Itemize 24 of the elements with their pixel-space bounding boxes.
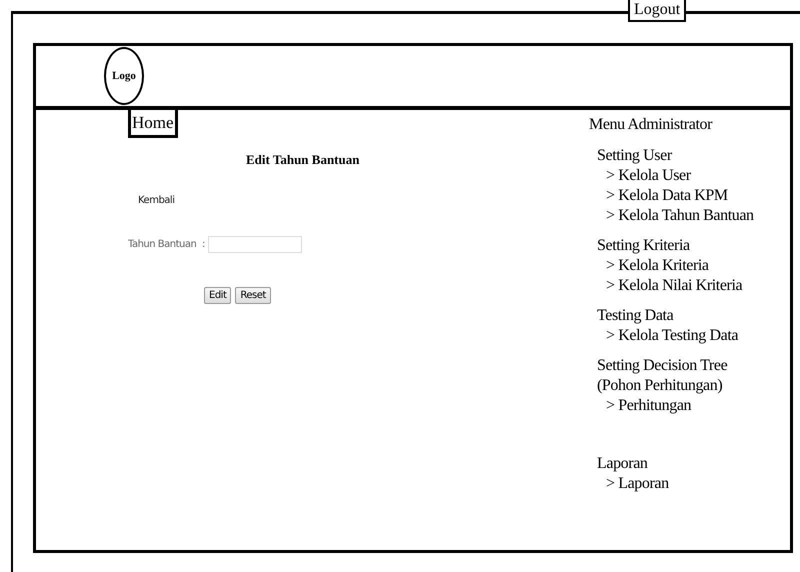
menu-item[interactable]: > Kelola Testing Data [597, 326, 738, 346]
menu-group-title: Setting Kriteria [597, 236, 690, 256]
menu-item[interactable]: > Kelola Nilai Kriteria [597, 276, 742, 296]
menu-item[interactable]: > Perhitungan [597, 396, 692, 416]
field-label: Tahun Bantuan [128, 239, 198, 250]
home-button[interactable]: Home [128, 110, 178, 138]
back-link[interactable]: Kembali [138, 195, 174, 206]
menu-item[interactable]: > Laporan [597, 474, 669, 494]
form-button[interactable]: Edit [204, 287, 232, 304]
menu-group-title: Laporan [597, 454, 648, 474]
menu-item[interactable]: > Kelola Tahun Bantuan [597, 206, 754, 226]
menu-item[interactable]: > Kelola User [597, 166, 691, 186]
menu-item[interactable]: > Kelola Data KPM [597, 186, 728, 206]
menu-group-title: Testing Data [597, 306, 674, 326]
field-separator: : [202, 239, 206, 250]
menu-item[interactable]: > Kelola Kriteria [597, 256, 709, 276]
form-title: Edit Tahun Bantuan [246, 152, 360, 168]
menu-group-title: Setting User [597, 146, 672, 166]
menu-title: Menu Administrator [589, 116, 714, 134]
form-button[interactable]: Reset [235, 287, 271, 304]
menu-group-title: Setting Decision Tree (Pohon Perhitungan) [597, 356, 728, 396]
input-field[interactable] [208, 236, 302, 253]
logout-button[interactable]: Logout [628, 0, 686, 22]
logo: Logo [104, 47, 144, 105]
